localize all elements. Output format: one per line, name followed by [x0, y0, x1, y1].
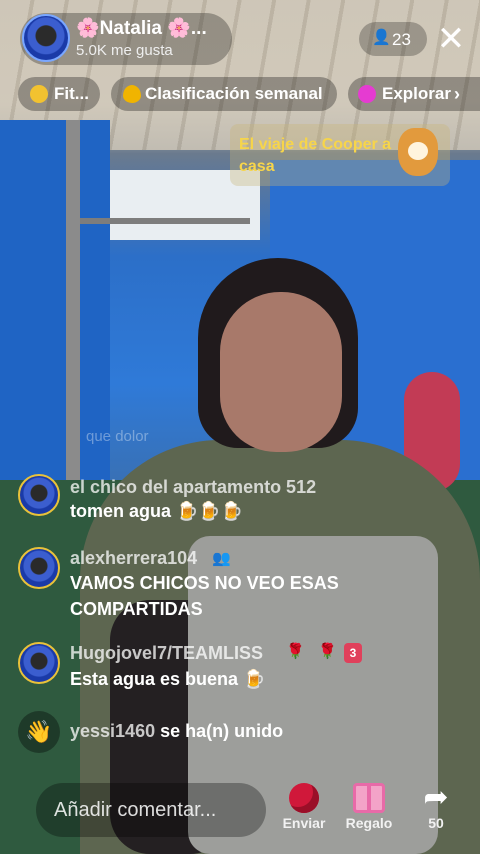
gift-icon [353, 783, 385, 813]
pullup-bar [80, 218, 250, 224]
send-label: Enviar [282, 815, 326, 831]
send-rose-button[interactable]: Enviar [282, 783, 326, 831]
rose-badge-icon: 🌹 [286, 643, 305, 660]
comment-username[interactable]: alexherrera104 [70, 548, 197, 569]
rose-icon [289, 783, 319, 813]
chip-explore[interactable]: Explorar › [348, 77, 480, 111]
streamer-face [220, 292, 342, 452]
follower-badge-icon: 👥 [212, 550, 231, 567]
comment-message: VAMOS CHICOS NO VEO ESAS COMPARTIDAS [70, 573, 339, 619]
comment-avatar[interactable] [18, 547, 60, 589]
comment-username[interactable]: Hugojovel7/TEAMLISS [70, 643, 263, 664]
viewer-count: 23 [392, 30, 411, 49]
share-icon: ➦ [423, 781, 449, 814]
promo-text[interactable]: El viaje de Cooper a casa [239, 134, 399, 178]
cooper-dog-icon[interactable] [398, 128, 438, 176]
rose-badge-icon: 🌹 [318, 643, 337, 660]
pink-orb-icon [358, 85, 376, 103]
gift-label: Regalo [345, 815, 393, 831]
comment-message: tomen agua 🍺🍺🍺 [70, 501, 244, 521]
join-username[interactable]: yessi1460 [70, 721, 155, 741]
comment-input[interactable] [36, 783, 266, 837]
comment-message: Esta agua es buena 🍺 [70, 669, 266, 689]
join-notification: yessi1460 se ha(n) unido [70, 721, 283, 742]
gift-button[interactable]: Regalo [344, 783, 394, 831]
chip-label: Explorar [382, 84, 451, 103]
chip-label: Clasificación semanal [145, 84, 323, 103]
join-text: se ha(n) unido [160, 721, 284, 741]
share-count: 50 [428, 815, 444, 831]
chip-weekly-ranking[interactable]: Clasificación semanal [111, 77, 337, 111]
comment-avatar[interactable] [18, 642, 60, 684]
close-button[interactable]: ✕ [432, 20, 470, 58]
level-badge: 3 [344, 643, 362, 663]
comment-avatar[interactable] [18, 474, 60, 516]
blue-tarp-left [0, 120, 110, 480]
chip-label: Fit... [54, 84, 89, 103]
host-avatar[interactable] [22, 14, 70, 62]
faded-comment: que dolor [86, 428, 149, 445]
share-button[interactable]: ➦ 50 [416, 781, 456, 832]
wave-hand-icon: 👋 [18, 711, 60, 753]
chip-fitness[interactable]: Fit... [18, 77, 100, 111]
gym-rack [66, 120, 80, 480]
gold-coin-icon [30, 85, 48, 103]
host-name[interactable]: 🌸Natalia 🌸... [76, 16, 207, 40]
person-icon: 👤 [372, 29, 391, 46]
comment-username[interactable]: el chico del apartamento 512 [70, 477, 316, 498]
chevron-right-icon: › [454, 84, 460, 104]
flame-icon [123, 85, 141, 103]
host-likes: 5.0K me gusta [76, 42, 173, 59]
